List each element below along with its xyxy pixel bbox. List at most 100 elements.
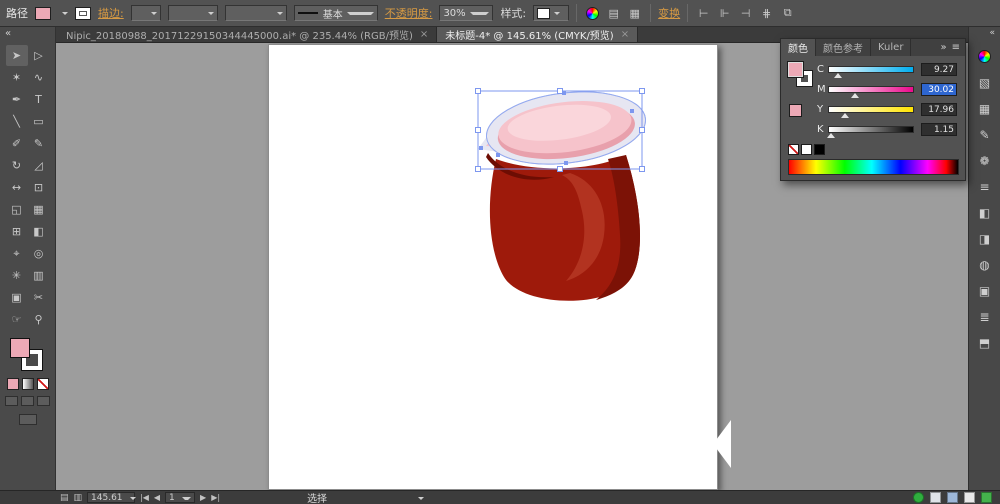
tray-icon-white[interactable] — [964, 492, 975, 503]
draw-behind-icon[interactable] — [21, 396, 34, 406]
recolor-artwork-icon[interactable] — [584, 5, 601, 21]
fill-color-swatch[interactable] — [35, 7, 51, 20]
gradient-mode-swatch[interactable] — [22, 378, 34, 390]
color-panel-icon[interactable] — [974, 47, 996, 66]
preferences-icon[interactable]: ▦ — [626, 5, 643, 21]
stroke-panel-icon[interactable]: ≡ — [974, 177, 996, 196]
selection-tool[interactable]: ➤ — [6, 45, 28, 66]
fill-dropdown-icon[interactable] — [62, 12, 68, 18]
artboard[interactable] — [268, 44, 718, 490]
eyedropper-tool[interactable]: ⌖ — [6, 243, 28, 264]
slider-value-Y[interactable]: 17.96 — [921, 103, 957, 116]
graphic-styles-panel-icon[interactable]: ▣ — [974, 281, 996, 300]
transform-link[interactable]: 变换 — [658, 5, 680, 21]
rotate-tool[interactable]: ↻ — [6, 155, 28, 176]
brushes-panel-icon[interactable]: ✎ — [974, 125, 996, 144]
slider-track-K[interactable] — [828, 126, 914, 133]
slice-tool[interactable]: ✂ — [28, 287, 50, 308]
stroke-profile-dropdown[interactable] — [225, 5, 287, 21]
status-icon-1[interactable]: ▤ — [60, 493, 69, 503]
gradient-tool[interactable]: ◧ — [28, 221, 50, 242]
column-graph-tool[interactable]: ▥ — [28, 265, 50, 286]
tray-icon-green2[interactable] — [981, 492, 992, 503]
slider-value-M[interactable]: 30.02 — [921, 83, 957, 96]
slider-track-Y[interactable] — [828, 106, 914, 113]
perspective-grid-tool[interactable]: ▦ — [28, 199, 50, 220]
symbols-panel-icon[interactable]: ❁ — [974, 151, 996, 170]
panel-menu-icon[interactable]: ≡ — [952, 42, 960, 53]
fill-proxy-swatch[interactable] — [10, 338, 30, 358]
hand-tool[interactable]: ☞ — [6, 309, 28, 330]
direct-selection-tool[interactable]: ▷ — [28, 45, 50, 66]
symbol-sprayer-tool[interactable]: ✳ — [6, 265, 28, 286]
slider-thumb-C[interactable] — [834, 73, 842, 78]
slider-track-C[interactable] — [828, 66, 914, 73]
panel-active-color-swatch[interactable] — [789, 104, 802, 117]
distribute-icon[interactable]: ⋕ — [758, 5, 775, 21]
lasso-tool[interactable]: ∿ — [28, 67, 50, 88]
previous-artboard-button[interactable]: ◀ — [154, 493, 160, 502]
none-swatch[interactable] — [788, 144, 799, 155]
align-right-icon[interactable]: ⊣ — [737, 5, 754, 21]
status-icon-2[interactable]: ▥ — [74, 493, 83, 503]
transparency-panel-icon[interactable]: ◨ — [974, 229, 996, 248]
color-panel-tab-颜色参考[interactable]: 颜色参考 — [816, 39, 871, 56]
slider-value-C[interactable]: 9.27 — [921, 63, 957, 76]
mesh-tool[interactable]: ⊞ — [6, 221, 28, 242]
none-mode-swatch[interactable] — [37, 378, 49, 390]
stroke-link[interactable]: 描边: — [98, 5, 124, 21]
rectangle-tool[interactable]: ▭ — [28, 111, 50, 132]
status-options-dropdown-icon[interactable] — [418, 497, 424, 503]
color-panel-tab-Kuler[interactable]: Kuler — [871, 39, 911, 56]
white-swatch[interactable] — [801, 144, 812, 155]
tray-icon-light[interactable] — [930, 492, 941, 503]
opacity-link[interactable]: 不透明度: — [385, 5, 433, 21]
opacity-dropdown[interactable]: 30% — [439, 5, 493, 21]
zoom-tool[interactable]: ⚲ — [28, 309, 50, 330]
pencil-tool[interactable]: ✎ — [28, 133, 50, 154]
document-tab[interactable]: 未标题-4* @ 145.61% (CMYK/预览)× — [437, 27, 638, 42]
shape-builder-tool[interactable]: ◱ — [6, 199, 28, 220]
expand-panels-icon[interactable]: « — [969, 27, 1000, 40]
black-swatch[interactable] — [814, 144, 825, 155]
width-tool[interactable]: ↔ — [6, 177, 28, 198]
draw-inside-icon[interactable] — [37, 396, 50, 406]
graphic-style-dropdown[interactable] — [533, 5, 569, 21]
artboards-panel-icon[interactable]: ⬒ — [974, 333, 996, 352]
free-transform-tool[interactable]: ⊡ — [28, 177, 50, 198]
slider-thumb-M[interactable] — [851, 93, 859, 98]
stroke-color-swatch[interactable] — [75, 7, 91, 20]
appearance-panel-icon[interactable]: ◍ — [974, 255, 996, 274]
align-left-icon[interactable]: ⊢ — [695, 5, 712, 21]
slider-thumb-K[interactable] — [827, 133, 835, 138]
type-tool[interactable]: T — [28, 89, 50, 110]
blend-tool[interactable]: ◎ — [28, 243, 50, 264]
color-mode-swatch[interactable] — [7, 378, 19, 390]
more-options-icon[interactable]: ⧉ — [779, 5, 796, 21]
first-artboard-button[interactable]: |◀ — [140, 493, 149, 502]
artboard-number-dropdown[interactable]: 1 — [165, 492, 195, 503]
layers-panel-icon[interactable]: ≣ — [974, 307, 996, 326]
panel-expand-icon[interactable]: » — [940, 42, 946, 53]
gradient-panel-icon[interactable]: ◧ — [974, 203, 996, 222]
line-segment-tool[interactable]: ╲ — [6, 111, 28, 132]
color-spectrum-bar[interactable] — [788, 159, 959, 175]
scale-tool[interactable]: ◿ — [28, 155, 50, 176]
brush-definition-dropdown[interactable]: 基本 — [294, 5, 378, 21]
tab-close-icon[interactable]: × — [621, 29, 629, 40]
last-artboard-button[interactable]: ▶| — [211, 493, 220, 502]
color-panel-tab-颜色[interactable]: 颜色 — [781, 39, 816, 56]
paintbrush-tool[interactable]: ✐ — [6, 133, 28, 154]
pen-tool[interactable]: ✒ — [6, 89, 28, 110]
document-tab[interactable]: Nipic_20180988_20171229150344445000.ai* … — [58, 27, 437, 42]
slider-thumb-Y[interactable] — [841, 113, 849, 118]
stroke-weight-dropdown[interactable] — [131, 5, 161, 21]
artwork-vase[interactable] — [474, 85, 664, 320]
artboard-tool[interactable]: ▣ — [6, 287, 28, 308]
zoom-level-dropdown[interactable]: 145.61 — [87, 492, 135, 503]
color-guide-panel-icon[interactable]: ▧ — [974, 73, 996, 92]
draw-normal-icon[interactable] — [5, 396, 18, 406]
tray-icon-green-app[interactable] — [913, 492, 924, 503]
tray-icon-blue[interactable] — [947, 492, 958, 503]
next-artboard-button[interactable]: ▶ — [200, 493, 206, 502]
